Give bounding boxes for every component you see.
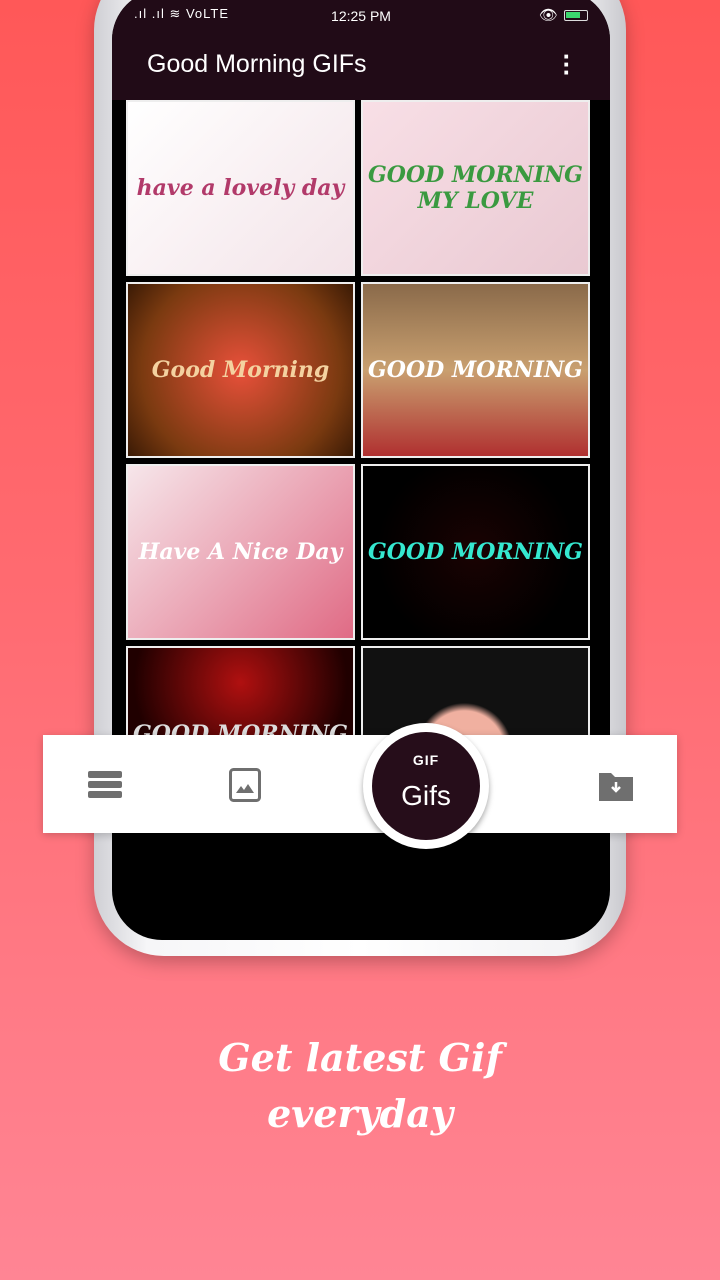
menu-icon[interactable] — [88, 769, 122, 801]
gif-caption: GOOD MORNING — [368, 539, 583, 565]
gif-tile[interactable]: GOOD MORNING MY LOVE — [361, 100, 590, 276]
gif-grid: have a lovely day GOOD MORNING MY LOVE Goo… — [126, 100, 596, 822]
clock: 12:25 PM — [331, 8, 391, 24]
tagline: Get latest Gif everyday — [0, 1030, 720, 1142]
status-bar: .ıl .ıl ≋ VoLTE 12:25 PM 👁 — [112, 6, 610, 28]
gif-tile[interactable]: Have A Nice Day — [126, 464, 355, 640]
gif-icon: GIF — [412, 752, 440, 768]
bottom-nav — [43, 735, 677, 833]
gif-caption: GOOD MORNING MY LOVE — [368, 162, 583, 214]
gif-caption: have a lovely day — [136, 175, 345, 201]
eye-icon: 👁 — [538, 7, 558, 24]
more-options-icon[interactable]: · · · — [562, 43, 572, 85]
tagline-line-2: everyday — [267, 1091, 453, 1136]
page-title: Good Morning GIFs — [147, 50, 367, 78]
image-icon[interactable] — [229, 768, 261, 802]
gifs-button[interactable]: GIF Gifs — [363, 723, 489, 849]
gif-caption: GOOD MORNING — [368, 357, 583, 383]
gif-caption: Good Morning — [151, 357, 330, 383]
gif-tile[interactable]: GOOD MORNING — [361, 464, 590, 640]
gif-tile[interactable]: have a lovely day — [126, 100, 355, 276]
app-bar: .ıl .ıl ≋ VoLTE 12:25 PM 👁 Good Morning … — [112, 0, 610, 100]
download-folder-icon[interactable] — [599, 771, 633, 801]
gif-tile[interactable]: GOOD MORNING — [361, 282, 590, 458]
gif-tile[interactable]: Good Morning — [126, 282, 355, 458]
gifs-label: Gifs — [401, 780, 451, 811]
gif-caption: Have A Nice Day — [138, 539, 343, 565]
battery-icon — [564, 10, 588, 21]
tagline-line-1: Get latest Gif — [218, 1035, 502, 1080]
